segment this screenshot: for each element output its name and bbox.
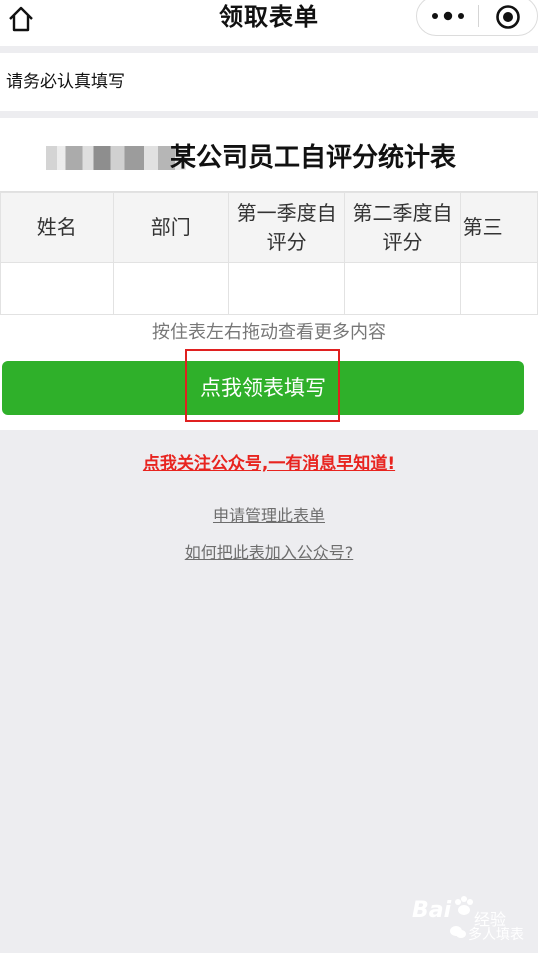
table-cell[interactable] <box>459 262 538 315</box>
annotation-highlight-box <box>185 349 340 422</box>
column-header-name: 姓名 <box>0 192 114 263</box>
manage-form-link[interactable]: 申请管理此表单 <box>0 505 538 527</box>
add-to-account-link[interactable]: 如何把此表加入公众号? <box>0 542 538 564</box>
table-cell[interactable] <box>0 262 114 315</box>
watermark-subtitle: 多人填表 <box>468 927 524 943</box>
wechat-icon <box>450 926 466 938</box>
table-header-row: 姓名 部门 第一季度自评分 第二季度自评分 第三 <box>0 192 538 263</box>
mini-program-capsule <box>416 0 538 36</box>
form-card: 某公司员工自评分统计表 姓名 部门 第一季度自评分 第二季度自评分 第三 按住表… <box>0 118 538 430</box>
capsule-divider <box>478 5 479 27</box>
notice-bar: 请务必认真填写 <box>0 53 538 111</box>
column-header-q2-score: 第二季度自评分 <box>344 192 461 263</box>
drag-hint: 按住表左右拖动查看更多内容 <box>152 322 386 343</box>
table-row <box>0 262 538 315</box>
table-cell[interactable] <box>112 262 229 315</box>
column-header-q1-score: 第一季度自评分 <box>227 192 346 263</box>
form-title: 某公司员工自评分统计表 <box>170 143 457 173</box>
follow-account-link[interactable]: 点我关注公众号,一有消息早知道! <box>0 452 538 476</box>
redacted-mosaic <box>46 146 186 170</box>
paw-icon <box>455 896 473 915</box>
watermark-brand: Bai <box>412 898 452 923</box>
table-cell[interactable] <box>227 262 346 315</box>
notice-text: 请务必认真填写 <box>6 72 125 92</box>
top-navigation-bar: 领取表单 <box>0 0 538 46</box>
form-title-area: 某公司员工自评分统计表 <box>0 138 538 182</box>
form-table-scroll[interactable]: 姓名 部门 第一季度自评分 第二季度自评分 第三 <box>0 191 538 315</box>
column-header-department: 部门 <box>112 192 229 263</box>
more-dots-icon[interactable] <box>431 10 465 22</box>
table-cell[interactable] <box>344 262 461 315</box>
form-table: 姓名 部门 第一季度自评分 第二季度自评分 第三 <box>0 192 538 315</box>
target-close-icon[interactable] <box>495 4 521 30</box>
baidu-jingyan-watermark: Bai 经验 多人填表 <box>410 892 538 948</box>
column-header-q3-score: 第三 <box>459 192 538 263</box>
